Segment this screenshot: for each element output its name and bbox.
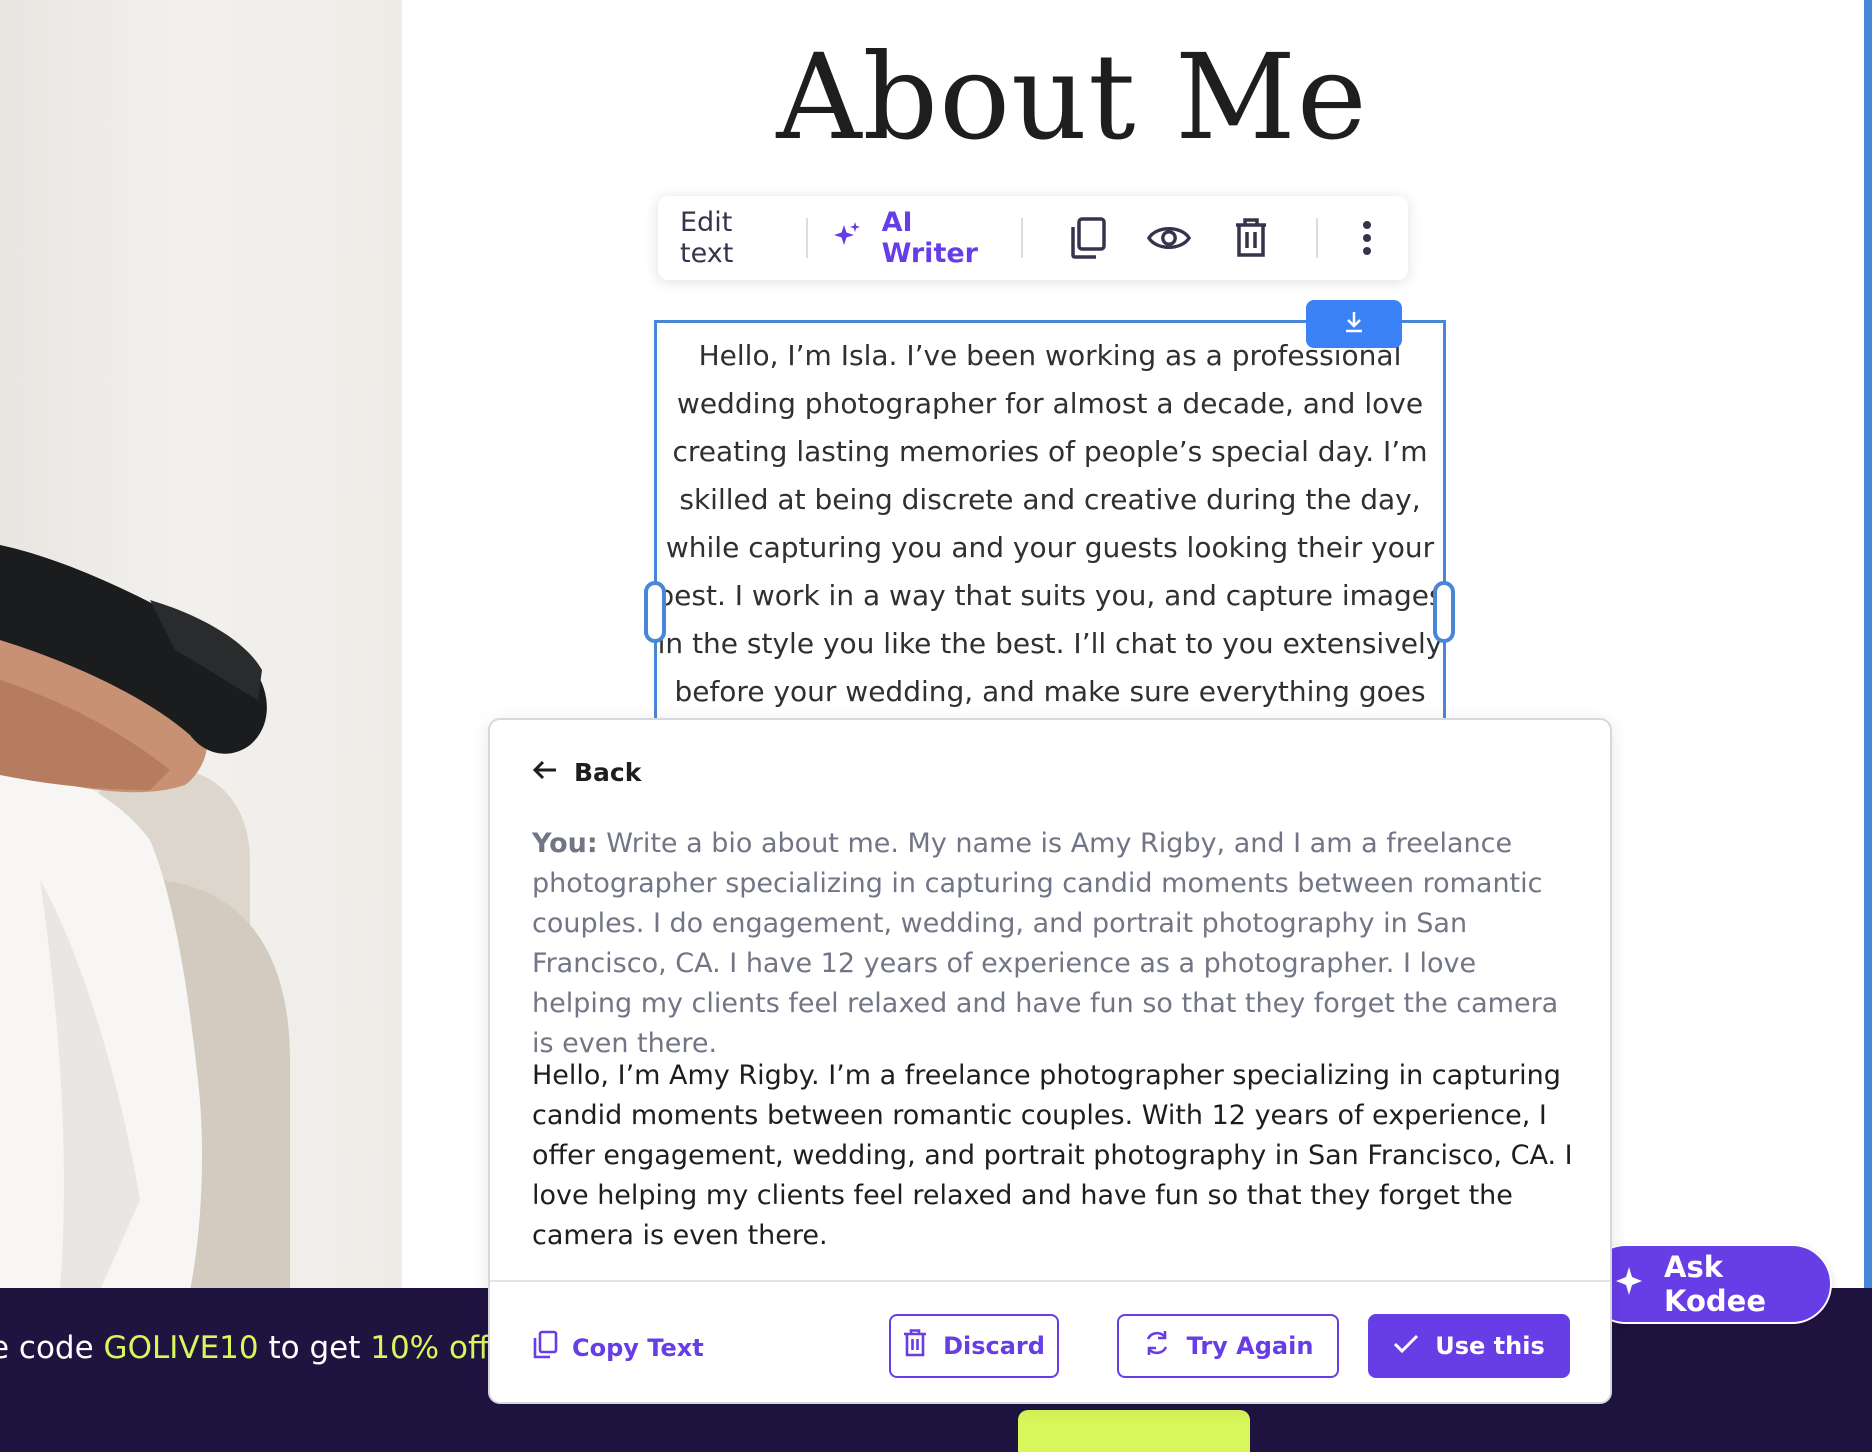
arrow-left-icon [532, 758, 558, 787]
use-this-label: Use this [1435, 1332, 1545, 1360]
bio-line: skilled at being discrete and creative d… [679, 483, 1421, 516]
eye-icon[interactable] [1147, 216, 1192, 260]
panel-divider [490, 1280, 1610, 1282]
download-icon [1343, 310, 1365, 338]
back-label: Back [574, 758, 642, 787]
selection-edge [1864, 0, 1872, 1290]
ai-response: Hello, I’m Amy Rigby. I’m a freelance ph… [532, 1060, 1573, 1251]
toolbar-divider [1021, 218, 1023, 258]
edit-text-button[interactable]: Edit text [680, 207, 780, 269]
toolbar-divider [1315, 218, 1318, 258]
promo-discount: 10% off [370, 1330, 490, 1366]
use-this-button[interactable]: Use this [1368, 1314, 1570, 1378]
resize-handle-right[interactable] [1433, 581, 1455, 643]
copy-text-label: Copy Text [572, 1334, 704, 1362]
promo-cta-button[interactable] [1018, 1410, 1250, 1452]
copy-icon [532, 1330, 558, 1366]
hero-photo [0, 0, 402, 1290]
ai-writer-label: AI Writer [881, 207, 978, 269]
prompt-text: Write a bio about me. My name is Amy Rig… [532, 828, 1559, 1059]
bio-line: wedding photographer for almost a decade… [676, 387, 1424, 420]
more-vertical-icon[interactable] [1348, 216, 1386, 260]
ai-writer-button[interactable]: AI Writer [833, 207, 996, 269]
kodee-icon [1612, 1264, 1646, 1305]
ask-kodee-button[interactable]: Ask Kodee [1586, 1244, 1832, 1324]
promo-code: GOLIVE10 [103, 1330, 259, 1366]
toolbar-divider [805, 218, 808, 258]
sparkle-icon [833, 221, 862, 256]
promo-text: e code GOLIVE10 to get 10% off w [0, 1330, 525, 1366]
ai-writer-panel: Back You: Write a bio about me. My name … [488, 718, 1612, 1404]
page-title: About Me [776, 28, 1368, 166]
ask-kodee-label: Ask Kodee [1664, 1250, 1766, 1318]
discard-button[interactable]: Discard [889, 1314, 1059, 1378]
check-icon [1393, 1332, 1419, 1360]
move-handle[interactable] [1306, 300, 1402, 348]
try-again-button[interactable]: Try Again [1117, 1314, 1339, 1378]
try-again-label: Try Again [1186, 1332, 1314, 1360]
discard-label: Discard [943, 1332, 1045, 1360]
refresh-icon [1143, 1329, 1171, 1363]
back-button[interactable]: Back [532, 758, 641, 787]
trash-icon[interactable] [1231, 216, 1269, 260]
bio-line: in the style you like the best. I’ll cha… [657, 627, 1443, 660]
prompt-speaker: You: [532, 828, 598, 859]
resize-handle-left[interactable] [644, 581, 666, 643]
copy-icon[interactable] [1069, 216, 1107, 260]
bio-line: best. I work in a way that suits you, an… [656, 579, 1444, 612]
bio-line: while capturing you and your guests look… [665, 531, 1435, 564]
copy-text-button[interactable]: Copy Text [532, 1330, 704, 1366]
bio-text[interactable]: Hello, I’m Isla. I’ve been working as a … [654, 332, 1446, 764]
user-prompt: You: Write a bio about me. My name is Am… [532, 824, 1582, 1064]
text-edit-toolbar: Edit text AI Writer [658, 196, 1408, 280]
bio-line: creating lasting memories of people’s sp… [672, 435, 1428, 468]
trash-icon [903, 1329, 927, 1363]
